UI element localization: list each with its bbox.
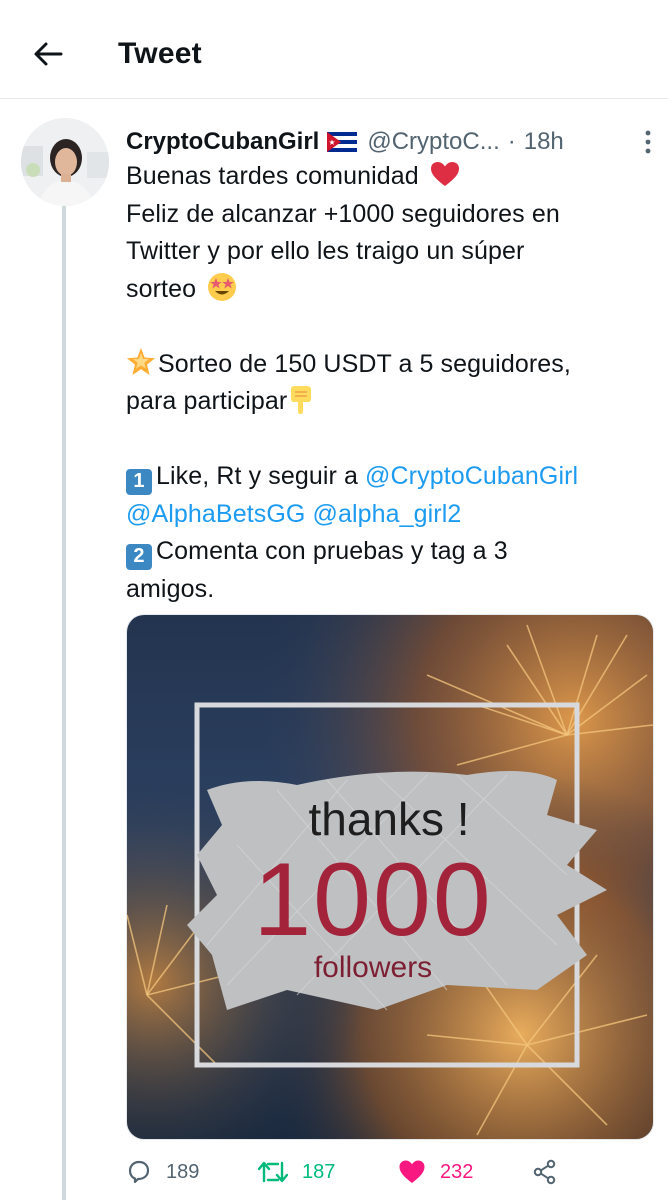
pointing-down-hand-icon	[291, 386, 312, 414]
fireworks-thanks-image: thanks ! 1000 followers	[127, 615, 653, 1139]
text-line-4: sorteo	[126, 274, 197, 303]
separator-dot: ·	[507, 128, 516, 155]
star-struck-emoji-icon	[208, 272, 237, 301]
avatar-photo	[21, 118, 109, 206]
tweet-actions: 189 187 232	[126, 1152, 652, 1192]
author-name[interactable]: CryptoCubanGirl	[126, 128, 319, 156]
reply-icon	[128, 1160, 150, 1184]
keycap-one-icon: 1	[126, 468, 152, 495]
share-button[interactable]	[532, 1152, 558, 1192]
text-line-1: Buenas tardes comunidad	[126, 162, 419, 190]
text-line: @AlphaBetsGG @alpha_girl2	[126, 496, 652, 534]
mention-link-alpha-girl2[interactable]: @alpha_girl2	[312, 500, 461, 528]
author-handle[interactable]: @CryptoC...	[367, 128, 499, 156]
like-count: 232	[440, 1160, 474, 1183]
reply-button[interactable]: 189	[126, 1152, 199, 1192]
text-line: 1 Like, Rt y seguir a @CryptoCubanGirl	[126, 458, 652, 496]
text-line: Buenas tardes comunidad	[126, 158, 652, 196]
retweet-icon	[258, 1161, 288, 1183]
text-line-7: Like, Rt y seguir a	[156, 462, 366, 490]
mention-link-alphabetsgg[interactable]: @AlphaBetsGG	[126, 500, 305, 528]
text-line: 2 Comenta con pruebas y tag a 3	[126, 533, 652, 571]
reply-count: 189	[166, 1160, 200, 1183]
text-line-3: Twitter y por ello les traigo un súper	[126, 237, 525, 265]
thread-connector-line	[62, 206, 66, 1200]
text-line-5: Sorteo de 150 USDT a 5 seguidores,	[158, 349, 571, 378]
image-followers-text: followers	[314, 951, 432, 984]
retweet-count: 187	[302, 1160, 336, 1183]
text-line: sorteo	[126, 271, 652, 309]
top-bar: Tweet	[0, 0, 668, 99]
page-title: Tweet	[118, 37, 202, 70]
text-line-2: Feliz de alcanzar +1000 seguidores en	[126, 199, 560, 228]
glowing-star-icon	[127, 347, 155, 375]
cuba-flag-icon	[327, 132, 358, 152]
more-options-button[interactable]	[636, 124, 660, 160]
tweet-time[interactable]: 18h	[524, 128, 564, 156]
image-1000-text: 1000	[253, 842, 492, 958]
text-line: para participar	[126, 383, 652, 421]
back-button[interactable]	[28, 34, 68, 74]
keycap-two-icon: 2	[126, 543, 152, 570]
avatar[interactable]	[21, 118, 109, 206]
more-vertical-icon	[645, 130, 651, 154]
heart-icon	[399, 1160, 425, 1183]
text-line-10: amigos.	[126, 574, 215, 603]
arrow-left-icon	[34, 42, 63, 66]
mention-link-cryptocubangirl[interactable]: @CryptoCubanGirl	[365, 462, 578, 490]
tweet-body: Buenas tardes comunidad Feliz de alcanza…	[126, 158, 652, 608]
like-button[interactable]: 232	[398, 1152, 473, 1192]
tweet-image[interactable]: thanks ! 1000 followers	[126, 614, 654, 1140]
tweet-header: CryptoCubanGirl @CryptoC... · 18h	[126, 122, 646, 162]
image-thanks-text: thanks !	[308, 793, 469, 845]
red-heart-icon	[430, 162, 459, 186]
text-line-6: para participar	[126, 387, 288, 415]
retweet-button[interactable]: 187	[258, 1152, 335, 1192]
share-icon	[533, 1159, 556, 1185]
text-line-9: Comenta con pruebas y tag a 3	[156, 537, 508, 565]
text-line: Sorteo de 150 USDT a 5 seguidores,	[126, 346, 652, 384]
